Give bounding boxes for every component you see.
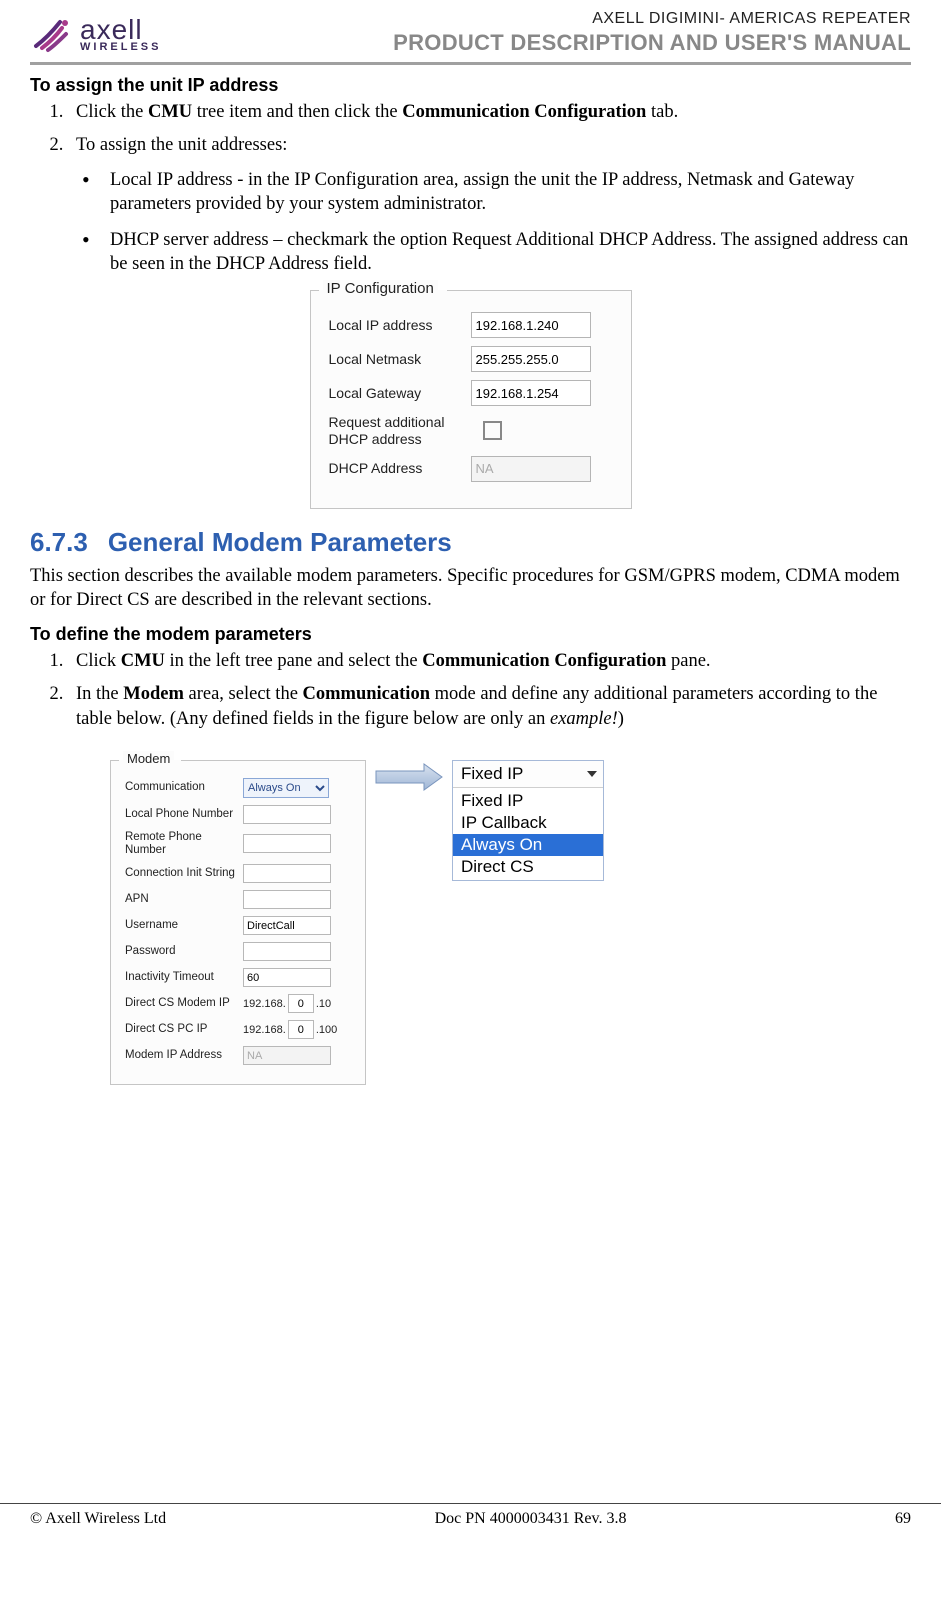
apn-field[interactable]	[243, 890, 331, 909]
communication-dropdown-expanded: Fixed IP Fixed IP IP Callback Always On …	[452, 760, 604, 881]
header-doc-subtitle: PRODUCT DESCRIPTION AND USER'S MANUAL	[393, 30, 911, 56]
dropdown-option[interactable]: IP Callback	[453, 812, 603, 834]
remote-phone-label: Remote Phone Number	[125, 831, 237, 857]
dropdown-option-list: Fixed IP IP Callback Always On Direct CS	[453, 788, 603, 880]
company-logo: axell WIRELESS	[30, 12, 161, 56]
chevron-down-icon	[587, 771, 597, 777]
ip-assign-steps: Click the CMU tree item and then click t…	[30, 100, 911, 276]
logo-brand-bottom: WIRELESS	[80, 41, 161, 53]
remote-phone-field[interactable]	[243, 834, 331, 853]
local-gateway-field[interactable]	[471, 380, 591, 406]
footer-pagenum: 69	[895, 1510, 911, 1528]
logo-mark-icon	[30, 12, 74, 56]
dropdown-option[interactable]: Always On	[453, 834, 603, 856]
dropdown-option[interactable]: Direct CS	[453, 856, 603, 878]
username-field[interactable]	[243, 916, 331, 935]
arrow-icon	[374, 762, 444, 792]
modem-ip-address-label: Modem IP Address	[125, 1049, 237, 1062]
page-footer: © Axell Wireless Ltd Doc PN 4000003431 R…	[0, 1503, 941, 1540]
inactivity-timeout-label: Inactivity Timeout	[125, 971, 237, 984]
list-item: Click the CMU tree item and then click t…	[68, 100, 911, 125]
logo-brand-top: axell	[80, 16, 161, 44]
direct-cs-pc-octet-field[interactable]	[288, 1020, 314, 1039]
local-phone-label: Local Phone Number	[125, 808, 237, 821]
list-item: In the Modem area, select the Communicat…	[68, 682, 911, 732]
section-title-ip-assign: To assign the unit IP address	[30, 75, 911, 96]
footer-docnum: Doc PN 4000003431 Rev. 3.8	[435, 1510, 627, 1528]
local-gateway-label: Local Gateway	[329, 385, 457, 402]
dropdown-selected-header[interactable]: Fixed IP	[453, 761, 603, 788]
request-dhcp-checkbox[interactable]	[483, 421, 502, 440]
modem-panel: Modem Communication Always On Local Phon…	[110, 760, 366, 1085]
list-item: DHCP server address – checkmark the opti…	[82, 228, 911, 276]
request-dhcp-label: Request additional DHCP address	[329, 414, 457, 448]
section-title-modem-define: To define the modem parameters	[30, 624, 911, 645]
password-label: Password	[125, 945, 237, 958]
connection-init-label: Connection Init String	[125, 867, 237, 880]
local-netmask-label: Local Netmask	[329, 351, 457, 368]
modem-legend: Modem	[123, 751, 174, 766]
local-ip-label: Local IP address	[329, 317, 457, 334]
local-netmask-field[interactable]	[471, 346, 591, 372]
apn-label: APN	[125, 893, 237, 906]
ip-configuration-panel: IP Configuration Local IP address Local …	[310, 290, 632, 509]
direct-cs-pc-ip-label: Direct CS PC IP	[125, 1023, 237, 1036]
heading-general-modem-parameters: 6.7.3General Modem Parameters	[30, 527, 911, 558]
page-header: axell WIRELESS AXELL DIGIMINI- AMERICAS …	[30, 10, 911, 65]
local-phone-field[interactable]	[243, 805, 331, 824]
local-ip-field[interactable]	[471, 312, 591, 338]
list-item: To assign the unit addresses: Local IP a…	[68, 133, 911, 276]
list-item: Click CMU in the left tree pane and sele…	[68, 649, 911, 674]
footer-copyright: © Axell Wireless Ltd	[30, 1510, 166, 1528]
username-label: Username	[125, 919, 237, 932]
connection-init-field[interactable]	[243, 864, 331, 883]
paragraph-modem-intro: This section describes the available mod…	[30, 564, 911, 612]
dropdown-option[interactable]: Fixed IP	[453, 790, 603, 812]
list-item: Local IP address - in the IP Configurati…	[82, 168, 911, 216]
dhcp-address-field	[471, 456, 591, 482]
communication-label: Communication	[125, 781, 237, 794]
header-doc-title: AXELL DIGIMINI- AMERICAS REPEATER	[393, 10, 911, 28]
inactivity-timeout-field[interactable]	[243, 968, 331, 987]
dhcp-address-label: DHCP Address	[329, 460, 457, 477]
modem-define-steps: Click CMU in the left tree pane and sele…	[30, 649, 911, 732]
communication-select[interactable]: Always On	[243, 778, 329, 798]
modem-ip-address-field	[243, 1046, 331, 1065]
ip-config-legend: IP Configuration	[323, 280, 438, 297]
direct-cs-modem-ip-label: Direct CS Modem IP	[125, 997, 237, 1010]
password-field[interactable]	[243, 942, 331, 961]
direct-cs-modem-octet-field[interactable]	[288, 994, 314, 1013]
